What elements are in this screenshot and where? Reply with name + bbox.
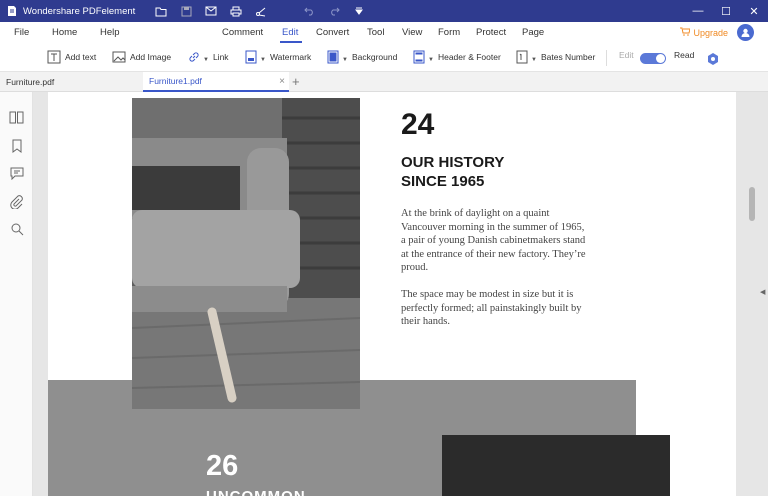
read-mode-label: Read bbox=[674, 50, 695, 60]
link-label: Link bbox=[212, 52, 229, 62]
header-footer-dropdown-icon[interactable]: ▼ bbox=[428, 57, 434, 63]
add-image-label: Add Image bbox=[130, 52, 172, 62]
link-dropdown-icon[interactable]: ▼ bbox=[203, 57, 209, 63]
document-area[interactable]: 24 OUR HISTORY SINCE 1965 At the brink o… bbox=[33, 92, 768, 496]
watermark-icon bbox=[244, 50, 258, 64]
watermark-label: Watermark bbox=[269, 52, 312, 62]
link-icon bbox=[187, 50, 201, 64]
close-window-button[interactable]: ✕ bbox=[740, 0, 768, 22]
add-text-icon bbox=[47, 50, 61, 64]
share-icon[interactable] bbox=[255, 5, 267, 17]
add-text-label: Add text bbox=[65, 52, 97, 62]
avatar[interactable] bbox=[737, 24, 754, 41]
header-footer-label: Header & Footer bbox=[437, 52, 501, 62]
pdfelement-logo-icon bbox=[5, 4, 19, 18]
left-sidebar bbox=[0, 92, 33, 496]
background-button[interactable]: ▼ Background bbox=[326, 50, 397, 64]
edit-mode-label: Edit bbox=[619, 50, 634, 60]
tab-label: Furniture.pdf bbox=[6, 77, 55, 87]
redo-icon[interactable] bbox=[328, 5, 340, 17]
active-menu-underline bbox=[280, 41, 302, 43]
header-footer-button[interactable]: ▼ Header & Footer bbox=[412, 50, 501, 64]
print-icon[interactable] bbox=[230, 5, 242, 17]
thumbnails-icon[interactable] bbox=[9, 110, 24, 125]
comment-icon[interactable] bbox=[9, 166, 24, 181]
page-number-24[interactable]: 24 bbox=[401, 108, 434, 142]
armchair-photo[interactable] bbox=[132, 98, 360, 409]
add-image-icon bbox=[112, 50, 126, 64]
background-icon bbox=[326, 50, 340, 64]
menu-tool[interactable]: Tool bbox=[367, 27, 384, 38]
folder-icon[interactable] bbox=[155, 5, 167, 17]
minimize-button[interactable]: — bbox=[684, 0, 712, 22]
attachment-icon[interactable] bbox=[9, 194, 24, 209]
collapse-right-panel-icon[interactable]: ◀ bbox=[760, 288, 765, 296]
new-tab-icon[interactable]: + bbox=[292, 74, 300, 89]
menu-convert[interactable]: Convert bbox=[316, 27, 349, 38]
edit-read-toggle[interactable] bbox=[640, 53, 666, 64]
menu-page[interactable]: Page bbox=[522, 27, 544, 38]
upgrade-label: Upgrade bbox=[693, 27, 728, 38]
toolbar-divider bbox=[606, 50, 607, 66]
scrollbar-thumb[interactable] bbox=[749, 187, 755, 221]
watermark-button[interactable]: ▼ Watermark bbox=[244, 50, 311, 64]
page-number-26[interactable]: 26 bbox=[206, 450, 238, 483]
menu-file[interactable]: File bbox=[14, 27, 29, 38]
history-paragraph-1[interactable]: At the brink of daylight on a quaint Van… bbox=[401, 207, 586, 275]
menu-protect[interactable]: Protect bbox=[476, 27, 506, 38]
add-text-button[interactable]: Add text bbox=[47, 50, 96, 64]
app-title: Wondershare PDFelement bbox=[23, 5, 136, 17]
add-image-button[interactable]: Add Image bbox=[112, 50, 171, 64]
bates-number-dropdown-icon[interactable]: ▼ bbox=[531, 57, 537, 63]
menu-comment[interactable]: Comment bbox=[222, 27, 263, 38]
save-icon[interactable] bbox=[180, 5, 192, 17]
section-heading[interactable]: OUR HISTORY SINCE 1965 bbox=[401, 153, 601, 191]
edit-toolbar: Add text Add Image ▼ Link ▼ Watermark ▼ … bbox=[0, 44, 768, 72]
background-label: Background bbox=[351, 52, 398, 62]
link-button[interactable]: ▼ Link bbox=[187, 50, 229, 64]
tab-furniture1[interactable]: Furniture1.pdf × bbox=[143, 72, 289, 92]
document-tabs: Furniture.pdf Furniture1.pdf × bbox=[0, 72, 768, 92]
title-bar: Wondershare PDFelement — ☐ ✕ bbox=[0, 0, 768, 22]
bates-number-icon bbox=[515, 50, 529, 64]
dropdown-icon[interactable] bbox=[353, 5, 365, 17]
menu-form[interactable]: Form bbox=[438, 27, 460, 38]
header-footer-icon bbox=[412, 50, 426, 64]
background-dropdown-icon[interactable]: ▼ bbox=[342, 57, 348, 63]
heading-line-1: OUR HISTORY bbox=[401, 154, 505, 171]
second-photo[interactable] bbox=[442, 435, 670, 496]
heading-line-2: SINCE 1965 bbox=[401, 173, 485, 190]
close-tab-icon[interactable]: × bbox=[279, 76, 285, 87]
mail-icon[interactable] bbox=[205, 5, 217, 17]
upgrade-button[interactable]: Upgrade bbox=[680, 27, 728, 38]
tab-furniture[interactable]: Furniture.pdf bbox=[0, 72, 143, 92]
second-section-heading[interactable]: UNCOMMON bbox=[206, 488, 306, 496]
undo-icon[interactable] bbox=[303, 5, 315, 17]
menu-home[interactable]: Home bbox=[52, 27, 77, 38]
vertical-scrollbar[interactable] bbox=[748, 92, 756, 496]
pdf-page[interactable]: 24 OUR HISTORY SINCE 1965 At the brink o… bbox=[48, 92, 736, 496]
user-icon bbox=[741, 28, 750, 37]
maximize-button[interactable]: ☐ bbox=[712, 0, 740, 22]
bookmark-icon[interactable] bbox=[9, 138, 24, 153]
watermark-dropdown-icon[interactable]: ▼ bbox=[260, 57, 266, 63]
menu-help[interactable]: Help bbox=[100, 27, 120, 38]
history-paragraph-2[interactable]: The space may be modest in size but it i… bbox=[401, 288, 586, 329]
menu-view[interactable]: View bbox=[402, 27, 422, 38]
bates-number-label: Bates Number bbox=[540, 52, 596, 62]
cart-icon bbox=[680, 27, 692, 38]
menu-edit[interactable]: Edit bbox=[282, 27, 298, 38]
search-icon[interactable] bbox=[9, 221, 24, 236]
settings-gear-icon[interactable] bbox=[706, 52, 720, 66]
tab-label: Furniture1.pdf bbox=[149, 76, 202, 86]
bates-number-button[interactable]: ▼ Bates Number bbox=[515, 50, 595, 64]
menu-bar: File Home Help Comment Edit Convert Tool… bbox=[0, 22, 768, 44]
